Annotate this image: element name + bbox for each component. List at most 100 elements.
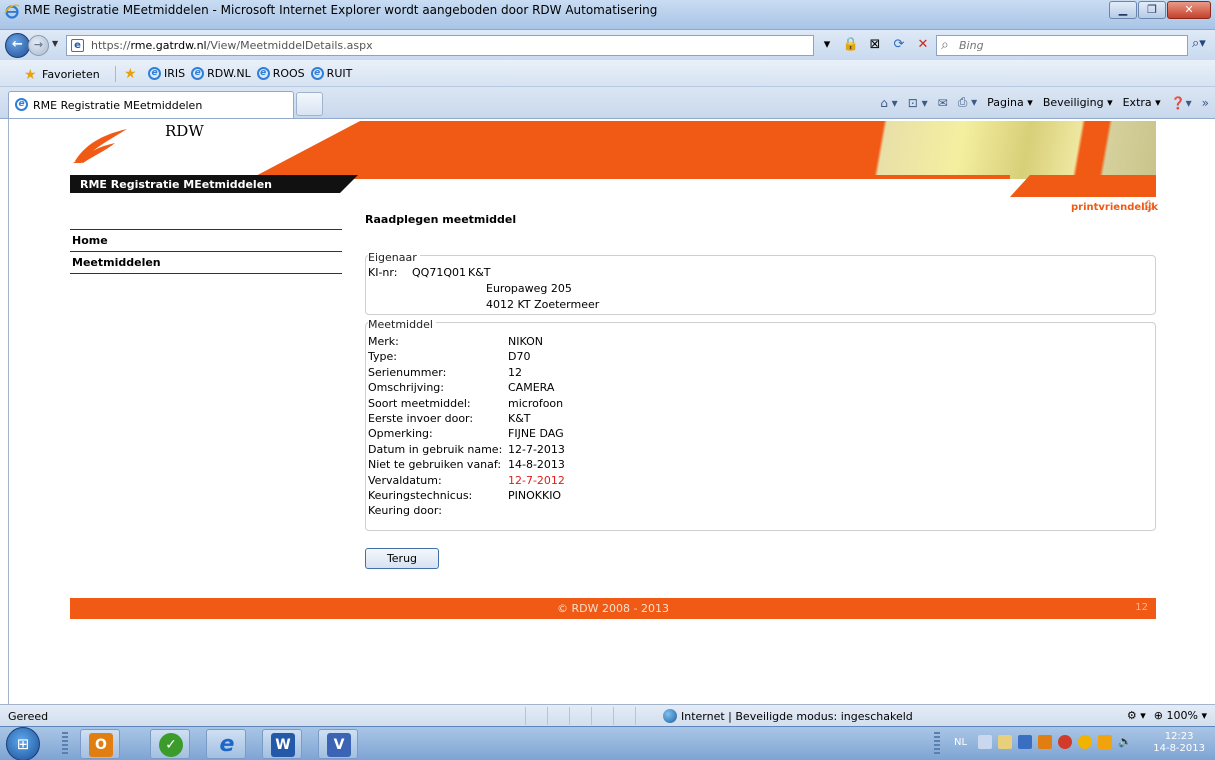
menu-pagina[interactable]: Pagina ▾: [987, 96, 1033, 109]
windows-logo-icon: ⊞: [16, 735, 30, 753]
lock-icon[interactable]: 🔒: [842, 36, 860, 54]
favorites-button[interactable]: Favorieten: [42, 68, 100, 81]
taskbar-visio[interactable]: V: [318, 729, 358, 759]
favorite-link-rdw[interactable]: e RDW.NL: [191, 67, 251, 80]
favorites-bar: ★ Favorieten ★ e IRIS e RDW.NL e ROOS e RUIT: [0, 60, 1215, 87]
detail-value: K&T: [508, 411, 531, 425]
taskbar-internet-explorer[interactable]: e: [206, 729, 246, 759]
detail-label: Datum in gebruik name:: [368, 442, 503, 456]
separator: [115, 66, 116, 82]
taskbar-outlook[interactable]: O: [80, 729, 120, 759]
menu-extra[interactable]: Extra ▾: [1123, 96, 1161, 109]
mail-icon[interactable]: ✉: [938, 96, 948, 110]
tab-label: RME Registratie MEetmiddelen: [33, 99, 203, 112]
favorite-links: e IRIS e RDW.NL e ROOS e RUIT: [148, 67, 352, 80]
favorite-link-roos[interactable]: e ROOS: [256, 67, 305, 80]
system-tray: NL 🔈 12:23 14-8-2013: [934, 729, 1209, 759]
tab-bar: e RME Registratie MEetmiddelen ⌂ ▾ ⊡ ▾ ✉…: [0, 87, 1215, 119]
taskbar-word[interactable]: W: [262, 729, 302, 759]
status-cell: [613, 707, 635, 725]
owner-legend: Eigenaar: [368, 251, 420, 264]
maximize-button[interactable]: ❐: [1138, 1, 1166, 19]
brand-name: RDW: [165, 122, 204, 140]
network-tray-icon[interactable]: [1018, 735, 1032, 749]
search-input[interactable]: [959, 38, 1159, 53]
meetmiddel-details: Merk: NIKON Type: D70 Serienummer: 12 Omsch…: [368, 335, 565, 520]
clock-date: 14-8-2013: [1153, 743, 1205, 754]
detail-label: Soort meetmiddel:: [368, 396, 471, 410]
address-dropdown-icon[interactable]: ▾: [818, 36, 836, 54]
menu-beveiliging[interactable]: Beveiliging ▾: [1043, 96, 1113, 109]
detail-value: FIJNE DAG: [508, 427, 564, 441]
arrow-left-icon: ←: [12, 37, 23, 52]
detail-row-keuringstechnicus: Keuringstechnicus: PINOKKIO: [368, 489, 565, 504]
back-button[interactable]: ←: [5, 33, 30, 58]
security-zone[interactable]: Internet | Beveiligde modus: ingeschakel…: [663, 709, 913, 723]
zone-text: Internet | Beveiligde modus: ingeschakel…: [681, 709, 913, 723]
search-box[interactable]: ⌕: [936, 35, 1188, 56]
close-icon: ✕: [1184, 3, 1194, 16]
nav-item-home[interactable]: Home: [70, 230, 342, 252]
search-icon: ⌕: [941, 37, 949, 53]
stop-icon[interactable]: ✕: [914, 36, 932, 54]
outlook-icon: O: [89, 733, 113, 757]
arrow-right-icon: →: [33, 38, 44, 51]
volume-icon[interactable]: 🔈: [1118, 735, 1132, 749]
favorites-star-icon[interactable]: ★: [24, 67, 37, 83]
office-tray-icon[interactable]: [1038, 735, 1052, 749]
nav-item-meetmiddelen[interactable]: Meetmiddelen: [70, 252, 342, 274]
zoom-control[interactable]: ⊕ 100% ▾: [1154, 709, 1207, 722]
detail-row-merk: Merk: NIKON: [368, 335, 565, 350]
detail-value: CAMERA: [508, 381, 555, 395]
ki-label: KI-nr:: [368, 266, 398, 279]
ie-icon: e: [219, 732, 235, 757]
status-cell: [569, 707, 591, 725]
compatibility-icon[interactable]: ⊠: [866, 36, 884, 54]
minimize-button[interactable]: ▁: [1109, 1, 1137, 19]
feeds-icon[interactable]: ⊡ ▾: [908, 96, 928, 110]
refresh-icon[interactable]: ⟳: [890, 36, 908, 54]
update-tray-icon[interactable]: [1078, 735, 1092, 749]
print-icon[interactable]: ⎙ ▾: [958, 95, 977, 110]
window-title: RME Registratie MEetmiddelen - Microsoft…: [24, 3, 658, 17]
start-button[interactable]: ⊞: [6, 727, 40, 760]
chevron-more-icon[interactable]: »: [1202, 96, 1209, 110]
home-icon[interactable]: ⌂ ▾: [880, 96, 897, 110]
browser-tab[interactable]: e RME Registratie MEetmiddelen: [8, 91, 294, 118]
detail-row-keuring-door: Keuring door:: [368, 504, 565, 519]
forward-button[interactable]: →: [28, 35, 49, 56]
notes-tray-icon[interactable]: [1098, 735, 1112, 749]
address-input[interactable]: e https://rme.gatrdw.nl/View/MeetmiddelD…: [66, 35, 814, 56]
detail-row-niet-te-gebruiken: Niet te gebruiken vanaf: 14-8-2013: [368, 458, 565, 473]
detail-value: 12: [508, 365, 522, 379]
new-tab-button[interactable]: [296, 92, 323, 116]
keyboard-icon[interactable]: [978, 735, 992, 749]
detail-label: Vervaldatum:: [368, 473, 442, 487]
globe-icon: [663, 709, 677, 723]
close-button[interactable]: ✕: [1167, 1, 1211, 19]
language-indicator[interactable]: NL: [954, 737, 967, 748]
left-navigation: Home Meetmiddelen: [70, 229, 342, 274]
banner-corner-fill: [1030, 175, 1156, 197]
taskbar-checkmark-app[interactable]: ✓: [150, 729, 190, 759]
detail-value: D70: [508, 350, 531, 364]
meetmiddel-fieldset: Meetmiddel Merk: NIKON Type: D70 Serienumm…: [365, 318, 1156, 531]
add-favorite-icon[interactable]: ★: [124, 66, 137, 82]
back-terug-button[interactable]: Terug: [365, 548, 439, 569]
status-bar: Gereed Internet | Beveiligde modus: inge…: [0, 704, 1215, 726]
protected-mode-icon[interactable]: ⚙ ▾: [1127, 709, 1146, 722]
printer-icon[interactable]: ⎙: [1143, 198, 1153, 213]
history-dropdown-icon[interactable]: ▼: [52, 39, 58, 48]
maximize-icon: ❐: [1147, 3, 1157, 16]
favorite-link-ruit[interactable]: e RUIT: [310, 67, 352, 80]
detail-label: Keuringstechnicus:: [368, 488, 473, 502]
search-go-icon[interactable]: ⌕▾: [1192, 36, 1206, 51]
detail-row-vervaldatum: Vervaldatum: 12-7-2012: [368, 474, 565, 489]
clock[interactable]: 12:23 14-8-2013: [1153, 731, 1205, 755]
mail-tray-icon[interactable]: [998, 735, 1012, 749]
banner-white-wedge: [250, 121, 360, 179]
favorite-link-iris[interactable]: e IRIS: [148, 67, 185, 80]
security-tray-icon[interactable]: [1058, 735, 1072, 749]
help-icon[interactable]: ❓▾: [1171, 96, 1192, 110]
detail-label: Keuring door:: [368, 504, 442, 518]
